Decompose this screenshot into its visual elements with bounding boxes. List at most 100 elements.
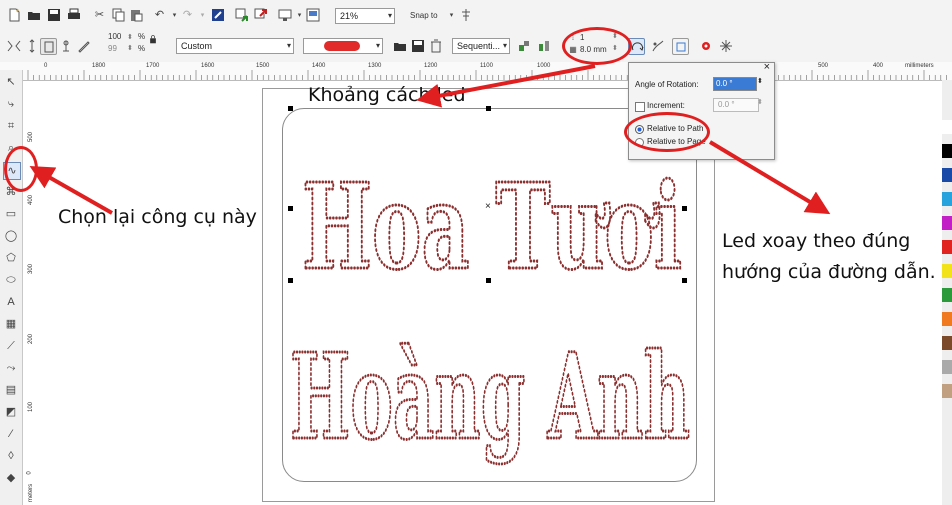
new-document-icon[interactable] <box>6 7 21 22</box>
palette-swatch[interactable] <box>942 216 952 230</box>
object-position-icon[interactable] <box>6 38 21 53</box>
stroke-preview-combo[interactable]: ▾ <box>303 38 383 54</box>
object-size-icon[interactable] <box>24 38 39 53</box>
spray-color-icon[interactable] <box>698 38 713 53</box>
outline-tool-icon[interactable]: ◊ <box>3 448 19 464</box>
annotation-choose-tool: Chọn lại công cụ này <box>58 206 257 228</box>
polygon-tool-icon[interactable]: ⬠ <box>3 250 19 266</box>
angle-input[interactable]: 0.0 ° <box>713 77 757 91</box>
zoom-level-combo[interactable]: 21% ▾ <box>335 8 395 24</box>
vruler-label-400: 400 <box>28 194 35 206</box>
scale-width-value[interactable]: 100 <box>108 32 121 41</box>
vruler-unit: meters <box>28 483 35 503</box>
align-guides-icon[interactable] <box>458 7 473 22</box>
annotation-rotate-line2: hướng của đường dẫn. <box>722 261 936 283</box>
palette-swatch[interactable] <box>942 360 952 374</box>
text-tool-icon[interactable]: A <box>3 294 19 310</box>
reset-icon[interactable] <box>672 38 689 55</box>
spray-order-icon[interactable] <box>536 38 551 53</box>
palette-swatch[interactable] <box>942 144 952 158</box>
open-folder-icon[interactable] <box>26 7 41 22</box>
annotation-rotate-line1: Led xoay theo đúng <box>722 230 911 252</box>
connector-tool-icon[interactable]: ⤳ <box>3 360 19 376</box>
ellipse-tool-icon[interactable]: ◯ <box>3 228 19 244</box>
selection-handle[interactable] <box>486 106 491 111</box>
increment-label: Increment: <box>647 101 685 110</box>
pen-icon[interactable] <box>76 38 91 53</box>
transparency-tool-icon[interactable]: ◩ <box>3 404 19 420</box>
mirror-horizontal-icon[interactable] <box>40 38 57 55</box>
snap-to-label[interactable]: Snap to <box>410 11 438 20</box>
increment-input[interactable]: 0.0 ° <box>713 98 759 112</box>
lock-ratio-icon[interactable] <box>148 34 158 44</box>
fill-tool-icon[interactable]: ◆ <box>3 470 19 486</box>
ruler-label-500: 500 <box>818 63 829 69</box>
palette-swatch[interactable] <box>942 192 952 206</box>
pick-tool-icon[interactable]: ↖ <box>3 74 19 90</box>
ruler-label-1800: 1800 <box>92 63 106 69</box>
eyedropper-tool-icon[interactable]: ⁄ <box>3 426 19 442</box>
selection-handle[interactable] <box>288 106 293 111</box>
import-icon[interactable] <box>234 7 249 22</box>
led-text-line1[interactable]: Hoa Tươi <box>301 156 684 298</box>
led-text-line2[interactable]: Hoàng Anh <box>289 326 692 468</box>
palette-swatch[interactable] <box>942 168 952 182</box>
scale-height-value[interactable]: 99 <box>108 44 117 53</box>
print-icon[interactable] <box>66 7 81 22</box>
undo-icon[interactable]: ↶ <box>152 7 167 22</box>
popup-close-icon[interactable]: × <box>764 61 770 73</box>
redo-icon[interactable]: ↷ <box>180 7 195 22</box>
save-icon[interactable] <box>46 7 61 22</box>
save-artistic-icon[interactable] <box>392 38 407 53</box>
palette-swatch[interactable] <box>942 384 952 398</box>
palette-swatch[interactable] <box>942 288 952 302</box>
basic-shapes-tool-icon[interactable]: ⬭ <box>3 272 19 288</box>
horizontal-ruler[interactable]: 0 1800 1700 1600 1500 1400 1300 1200 110… <box>0 62 952 81</box>
angle-spin-icon[interactable]: ⬍ <box>757 77 763 85</box>
selection-handle[interactable] <box>288 206 293 211</box>
rectangle-tool-icon[interactable]: ▭ <box>3 206 19 222</box>
rotate-icon[interactable] <box>516 38 531 53</box>
palette-swatch[interactable] <box>942 312 952 326</box>
blend-tool-icon[interactable]: ▤ <box>3 382 19 398</box>
preset-combo[interactable]: Custom ▾ <box>176 38 294 54</box>
palette-swatch[interactable] <box>942 120 952 134</box>
selection-handle[interactable] <box>486 278 491 283</box>
vruler-label-100: 100 <box>28 401 35 413</box>
save-stroke-icon[interactable] <box>410 38 425 53</box>
selection-handle[interactable] <box>288 278 293 283</box>
snap-dropdown-icon[interactable]: ▾ <box>444 7 459 22</box>
export-icon[interactable] <box>253 7 268 22</box>
snowflake-icon[interactable] <box>718 38 733 53</box>
crop-tool-icon[interactable]: ⌗ <box>3 118 19 134</box>
copy-icon[interactable] <box>110 7 125 22</box>
mirror-vertical-icon[interactable] <box>58 38 73 53</box>
selection-handle[interactable] <box>682 206 687 211</box>
shape-tool-icon[interactable]: ⤷ <box>3 96 19 112</box>
center-marker-icon[interactable]: × <box>485 201 491 212</box>
palette-swatch[interactable] <box>942 264 952 278</box>
redo-dropdown-icon[interactable]: ▾ <box>195 7 210 22</box>
property-bar: 100 99 ⬍ ⬍ % % Custom ▾ ▾ Sequenti... ▾ ⁞ … <box>0 30 952 63</box>
application-launcher-icon[interactable] <box>277 7 292 22</box>
scale-width-spin-icon[interactable]: ⬍ <box>127 33 133 41</box>
sequence-combo[interactable]: Sequenti... ▾ <box>452 38 510 54</box>
search-content-icon[interactable] <box>210 7 225 22</box>
welcome-screen-icon[interactable] <box>305 7 320 22</box>
ruler-label-1600: 1600 <box>201 63 215 69</box>
paste-icon[interactable] <box>128 7 143 22</box>
selection-handle[interactable] <box>682 278 687 283</box>
ruler-label-1000: 1000 <box>537 63 551 69</box>
cut-icon[interactable]: ✂ <box>92 7 107 22</box>
offset-icon[interactable] <box>650 38 665 53</box>
increment-spin-icon[interactable]: ⬍ <box>757 98 763 106</box>
toolbox: ↖ ⤷ ⌗ ⌕ ∿ ⌘ ▭ ◯ ⬠ ⬭ A ▦ ⟋ ⤳ ▤ ◩ ⁄ ◊ ◆ <box>0 70 23 505</box>
delete-icon[interactable] <box>428 38 443 53</box>
palette-swatch[interactable] <box>942 336 952 350</box>
palette-swatch[interactable] <box>942 240 952 254</box>
led-artwork[interactable]: Hoa Tươi Hoàng Anh <box>282 108 695 480</box>
scale-height-spin-icon[interactable]: ⬍ <box>127 44 133 52</box>
table-tool-icon[interactable]: ▦ <box>3 316 19 332</box>
increment-checkbox[interactable] <box>635 102 645 112</box>
dimension-tool-icon[interactable]: ⟋ <box>3 338 19 354</box>
